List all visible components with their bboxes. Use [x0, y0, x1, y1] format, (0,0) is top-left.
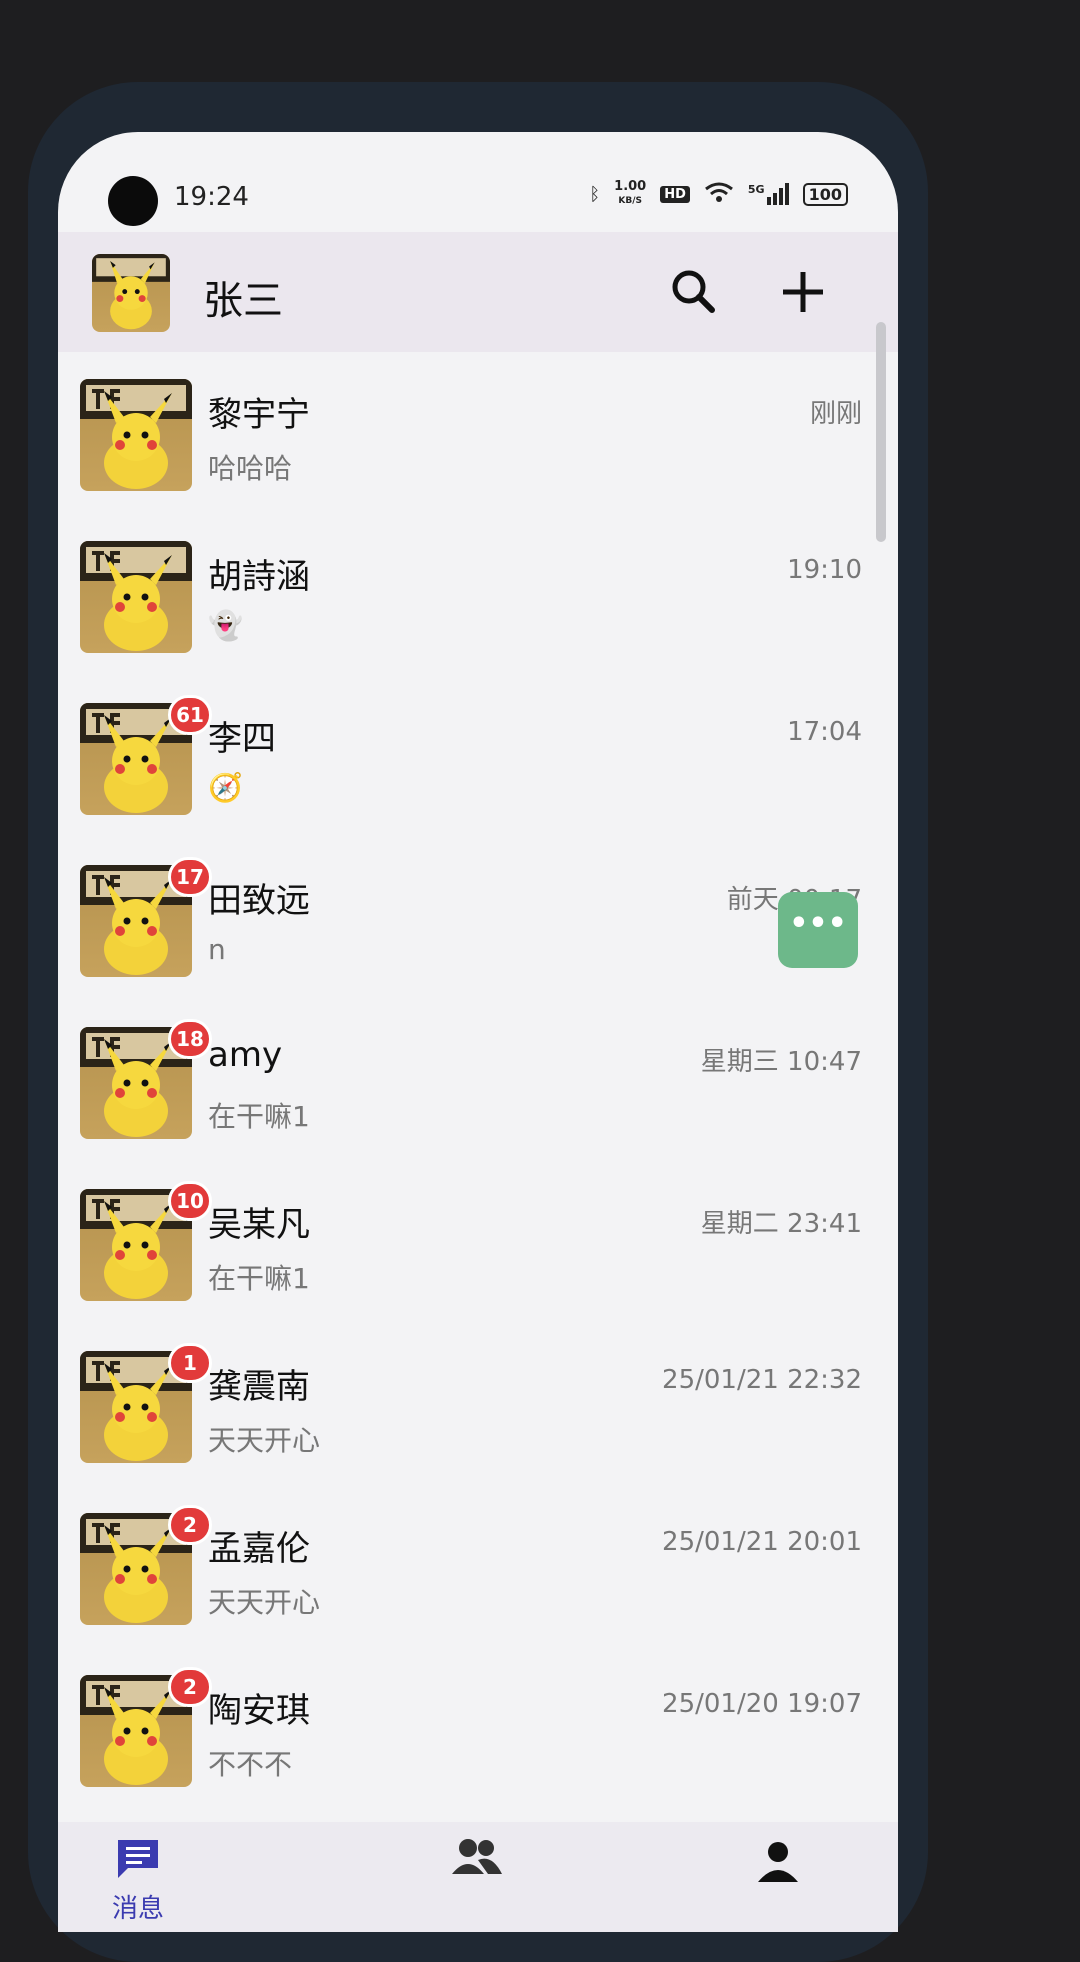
wifi-icon — [704, 181, 734, 208]
conversation-row[interactable]: 17田致远n前天 00:17 — [58, 843, 898, 1005]
unread-badge: 10 — [168, 1181, 212, 1221]
network-type: 5G — [747, 183, 765, 196]
message-time: 17:04 — [787, 717, 862, 747]
scrollbar[interactable] — [876, 322, 886, 542]
phone-screen: 19:24 ᛒ 1.00 KB/S HD 5G 100 张三 黎宇宁 哈哈哈 刚… — [58, 132, 898, 1932]
message-time: 25/01/21 22:32 — [662, 1365, 862, 1395]
app-header: 张三 — [58, 232, 898, 352]
person-icon — [758, 1842, 798, 1882]
unread-badge: 1 — [168, 1343, 212, 1383]
message-preview: 天天开心 — [208, 1424, 321, 1457]
contact-avatar — [80, 541, 192, 653]
conversation-row[interactable]: 10 吴某凡在干嘛1 星期二 23:41 — [58, 1167, 898, 1329]
unread-badge: 61 — [168, 695, 212, 735]
user-name: 张三 — [203, 278, 283, 324]
conversation-row[interactable]: 黎宇宁哈哈哈 刚刚 — [58, 357, 898, 519]
message-preview: 在干嘛1 — [208, 1100, 310, 1133]
plus-icon — [783, 272, 823, 312]
my-avatar[interactable] — [92, 254, 170, 332]
nav-contacts[interactable] — [416, 1836, 536, 1880]
message-preview: 哈哈哈 — [208, 452, 293, 485]
conversation-row[interactable]: 18 amy 在干嘛1 星期三 10:47 — [58, 1005, 898, 1167]
contact-name: 陶安琪 — [208, 1691, 310, 1731]
chat-icon — [118, 1840, 158, 1878]
contact-name: 吴某凡 — [208, 1205, 310, 1245]
contact-name: 胡詩涵 — [208, 557, 310, 597]
conversation-row[interactable]: 胡詩涵 👻 19:10 — [58, 519, 898, 681]
hd-badge: HD — [660, 185, 690, 203]
conversation-row[interactable]: 61 李四 🧭 17:04 — [58, 681, 898, 843]
pikachu-image — [92, 254, 170, 330]
status-time: 19:24 — [174, 182, 249, 212]
bluetooth-icon: ᛒ — [589, 183, 601, 205]
message-time: 星期三 10:47 — [700, 1047, 862, 1077]
nav-messages-label: 消息 — [111, 1894, 164, 1924]
message-time: 25/01/20 19:07 — [662, 1689, 862, 1719]
message-time: 19:10 — [787, 555, 862, 585]
message-preview: 👻 — [208, 609, 243, 642]
message-time: 刚刚 — [809, 399, 862, 429]
message-preview: 天天开心 — [208, 1586, 321, 1619]
unread-badge: 2 — [168, 1505, 212, 1545]
conversation-row[interactable]: 1 龚震南天天开心 25/01/21 22:32 — [58, 1329, 898, 1491]
people-icon — [452, 1839, 502, 1874]
signal-icon: 5G — [748, 183, 789, 205]
bottom-nav: 消息 — [58, 1822, 898, 1932]
message-time: 25/01/21 20:01 — [662, 1527, 862, 1557]
status-icons: ᛒ 1.00 KB/S HD 5G 100 — [589, 180, 848, 208]
contact-name: 李四 — [208, 719, 276, 759]
battery-indicator: 100 — [802, 182, 848, 206]
contact-name: 黎宇宁 — [208, 395, 310, 435]
message-preview: n — [208, 933, 226, 966]
nav-messages[interactable]: 消息 — [78, 1836, 198, 1925]
conversation-list: 黎宇宁哈哈哈刚刚胡詩涵👻19:1061李四🧭17:0417田致远n前天 00:1… — [58, 357, 898, 1815]
network-speed: 1.00 KB/S — [614, 180, 646, 208]
contact-name: amy — [208, 1035, 283, 1075]
message-preview: 在干嘛1 — [208, 1262, 310, 1295]
message-preview: 🧭 — [208, 771, 243, 804]
nav-profile[interactable] — [718, 1836, 838, 1888]
add-button[interactable] — [773, 262, 833, 322]
search-button[interactable] — [664, 262, 724, 322]
contact-avatar — [80, 379, 192, 491]
camera-cutout — [108, 176, 158, 226]
contact-name: 田致远 — [208, 881, 310, 921]
conversation-row[interactable]: 2 陶安琪不不不 25/01/20 19:07 — [58, 1653, 898, 1815]
status-bar: 19:24 ᛒ 1.00 KB/S HD 5G 100 — [58, 132, 898, 226]
floating-more-button[interactable]: ••• — [778, 892, 858, 968]
unread-badge: 17 — [168, 857, 212, 897]
message-time: 星期二 23:41 — [700, 1209, 862, 1239]
search-icon — [672, 270, 715, 313]
contact-name: 龚震南 — [208, 1367, 310, 1407]
contact-name: 孟嘉伦 — [208, 1529, 310, 1569]
conversation-row[interactable]: 2 孟嘉伦天天开心 25/01/21 20:01 — [58, 1491, 898, 1653]
unread-badge: 2 — [168, 1667, 212, 1707]
speed-value: 1.00 — [614, 179, 647, 194]
message-preview: 不不不 — [208, 1748, 293, 1781]
unread-badge: 18 — [168, 1019, 212, 1059]
speed-unit: KB/S — [618, 196, 642, 206]
